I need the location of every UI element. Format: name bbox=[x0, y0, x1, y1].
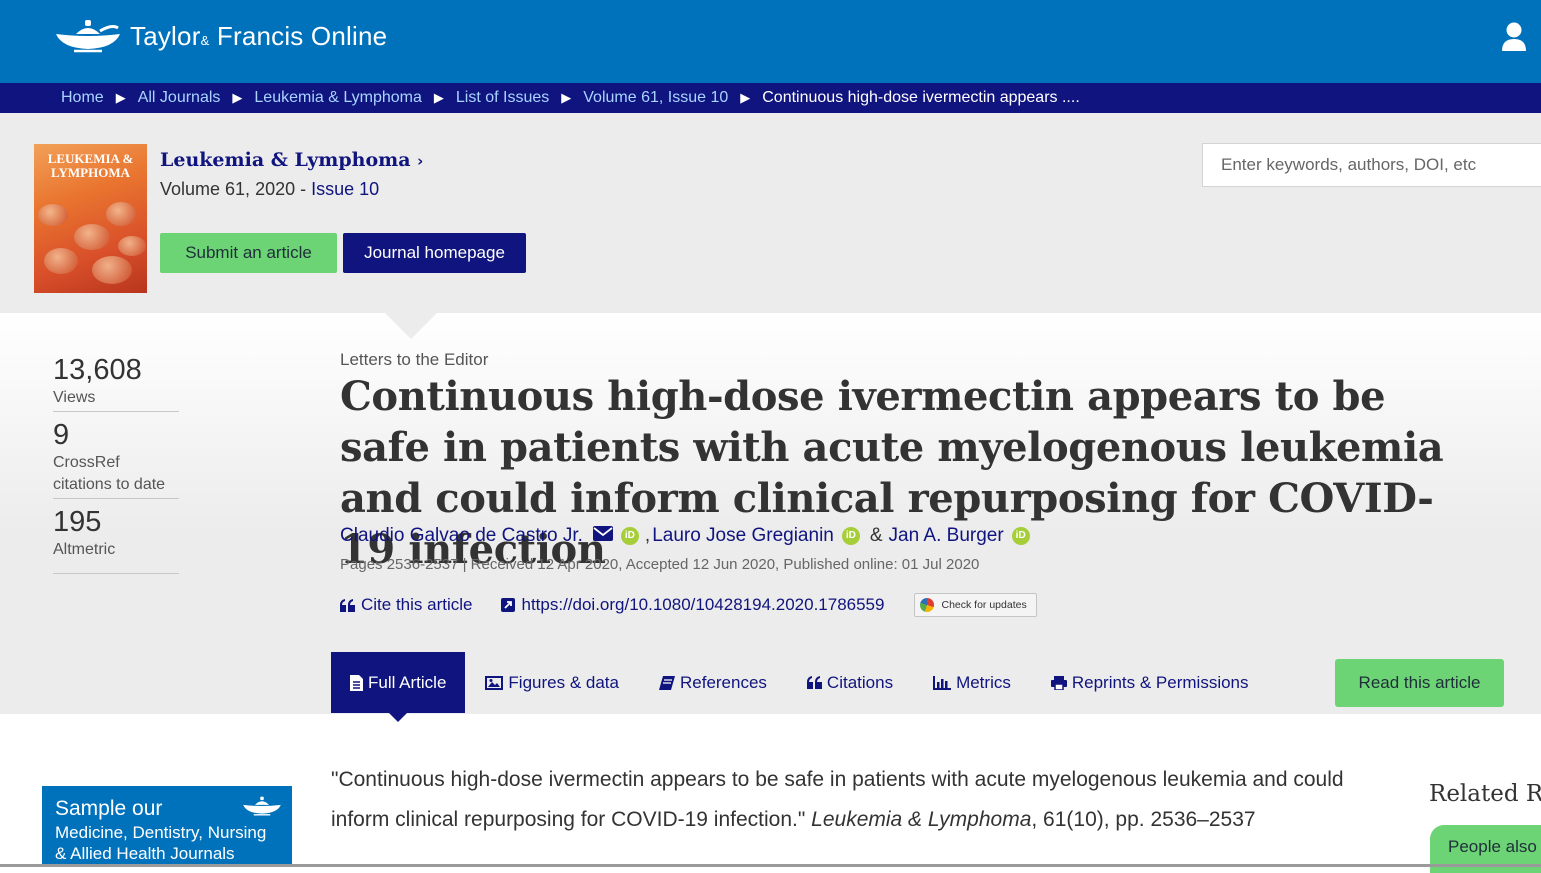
teapot-logo-icon bbox=[242, 795, 282, 822]
article-tabs: Full Article Figures & data References C… bbox=[331, 652, 1269, 722]
bar-chart-icon bbox=[933, 675, 952, 690]
cover-title: LEUKEMIA & LYMPHOMA bbox=[47, 151, 134, 180]
citation-text: "Continuous high-dose ivermectin appears… bbox=[331, 768, 1344, 831]
cover-cell-shape bbox=[92, 256, 132, 284]
quote-icon bbox=[806, 676, 822, 689]
tab-references[interactable]: References bbox=[639, 652, 787, 713]
envelope-icon[interactable] bbox=[592, 525, 613, 547]
breadcrumb-arrow-icon: ▶ bbox=[115, 90, 126, 105]
breadcrumb-issue[interactable]: Volume 61, Issue 10 bbox=[583, 89, 728, 107]
tab-citations[interactable]: Citations bbox=[787, 652, 913, 713]
tab-figures-data[interactable]: Figures & data bbox=[465, 652, 639, 713]
breadcrumb-arrow-icon: ▶ bbox=[232, 90, 243, 105]
header-notch bbox=[385, 313, 437, 339]
document-icon bbox=[350, 674, 363, 691]
author-list: Claudio Galvao de Castro Jr. iD & , Laur… bbox=[340, 525, 1034, 547]
breadcrumb: Home ▶ All Journals ▶ Leukemia & Lymphom… bbox=[0, 83, 1541, 113]
tab-full-article[interactable]: Full Article bbox=[331, 652, 466, 722]
journal-volume: Volume 61, 2020 - Issue 10 bbox=[160, 179, 380, 199]
doi-link[interactable]: https://doi.org/10.1080/10428194.2020.17… bbox=[501, 595, 884, 615]
breadcrumb-arrow-icon: ▶ bbox=[433, 90, 444, 105]
related-research-heading: Related Re bbox=[1429, 781, 1541, 807]
issue-link[interactable]: Issue 10 bbox=[311, 179, 379, 199]
cover-cell-shape bbox=[38, 204, 68, 226]
breadcrumb-list-of-issues[interactable]: List of Issues bbox=[456, 89, 549, 107]
journal-name-link[interactable]: Leukemia & Lymphoma › bbox=[160, 149, 423, 171]
user-silhouette-icon bbox=[1502, 22, 1526, 51]
breadcrumb-home[interactable]: Home bbox=[61, 89, 104, 107]
breadcrumb-arrow-icon: ▶ bbox=[740, 90, 751, 105]
check-for-updates-button[interactable]: Check for updates bbox=[914, 593, 1038, 617]
article-tools: Cite this article https://doi.org/10.108… bbox=[340, 593, 1038, 617]
cover-cell-shape bbox=[106, 202, 136, 226]
print-icon bbox=[1050, 675, 1067, 690]
ad-headline: Sample our bbox=[55, 797, 163, 820]
submit-article-button[interactable]: Submit an article bbox=[160, 233, 337, 273]
breadcrumb-current: Continuous high-dose ivermectin appears … bbox=[762, 89, 1080, 106]
breadcrumb-all-journals[interactable]: All Journals bbox=[138, 89, 221, 107]
article-type: Letters to the Editor bbox=[340, 350, 489, 369]
logo-text: Taylor& Francis Online bbox=[130, 20, 388, 51]
book-icon bbox=[658, 675, 675, 690]
teapot-logo-icon bbox=[56, 20, 120, 53]
tab-reprints-permissions[interactable]: Reprints & Permissions bbox=[1031, 652, 1269, 713]
author-link[interactable]: Jan A. Burger bbox=[889, 525, 1004, 547]
quote-icon bbox=[340, 598, 355, 612]
breadcrumb-arrow-icon: ▶ bbox=[561, 90, 572, 105]
breadcrumb-journal[interactable]: Leukemia & Lymphoma bbox=[254, 89, 422, 107]
taylor-francis-logo[interactable]: Taylor& Francis Online bbox=[54, 18, 387, 54]
tab-metrics[interactable]: Metrics bbox=[913, 652, 1031, 713]
metric-crossref: 9 CrossRef citations to date bbox=[53, 418, 179, 499]
metric-label: Views bbox=[53, 389, 96, 406]
author-link[interactable]: Claudio Galvao de Castro Jr. bbox=[340, 525, 583, 547]
orcid-icon[interactable]: iD bbox=[841, 527, 860, 545]
external-link-icon bbox=[501, 598, 516, 612]
orcid-icon[interactable]: iD bbox=[1011, 527, 1030, 545]
journal-header: LEUKEMIA & LYMPHOMA Leukemia & Lymphoma … bbox=[0, 113, 1541, 313]
cite-article-link[interactable]: Cite this article bbox=[340, 595, 472, 615]
search-input[interactable] bbox=[1202, 143, 1541, 187]
site-header: Taylor& Francis Online bbox=[0, 0, 1541, 83]
user-icon[interactable] bbox=[1501, 22, 1527, 57]
cover-cell-shape bbox=[74, 224, 110, 250]
metric-altmetric[interactable]: 195 Altmetric bbox=[53, 505, 179, 574]
metric-value: 9 bbox=[53, 419, 70, 451]
orcid-icon[interactable]: iD bbox=[620, 527, 639, 545]
author-ampersand: & bbox=[869, 525, 883, 546]
metric-views: 13,608 Views bbox=[53, 353, 179, 412]
metric-label: Altmetric bbox=[53, 541, 116, 558]
metric-value: 13,608 bbox=[53, 354, 142, 386]
sample-journals-ad[interactable]: Sample our Medicine, Dentistry, Nursing &… bbox=[42, 786, 292, 867]
crossmark-icon bbox=[920, 598, 935, 612]
read-article-button[interactable]: Read this article bbox=[1335, 659, 1504, 707]
journal-cover-image[interactable]: LEUKEMIA & LYMPHOMA bbox=[34, 144, 147, 293]
cover-cell-shape bbox=[118, 236, 146, 256]
image-icon bbox=[485, 675, 504, 690]
chevron-right-icon: › bbox=[417, 152, 424, 170]
metric-value: 195 bbox=[53, 506, 102, 538]
metric-label: CrossRef citations to date bbox=[53, 454, 166, 493]
cover-cell-shape bbox=[44, 248, 78, 274]
journal-homepage-button[interactable]: Journal homepage bbox=[343, 233, 526, 273]
publication-info: Pages 2536-2537 | Received 12 Apr 2020, … bbox=[340, 556, 980, 573]
article-metrics: 13,608 Views 9 CrossRef citations to dat… bbox=[53, 353, 179, 580]
author-link[interactable]: Lauro Jose Gregianin bbox=[652, 525, 834, 547]
ad-subtext: Medicine, Dentistry, Nursing & Allied Hea… bbox=[55, 823, 267, 863]
author-comma: , bbox=[644, 525, 651, 546]
